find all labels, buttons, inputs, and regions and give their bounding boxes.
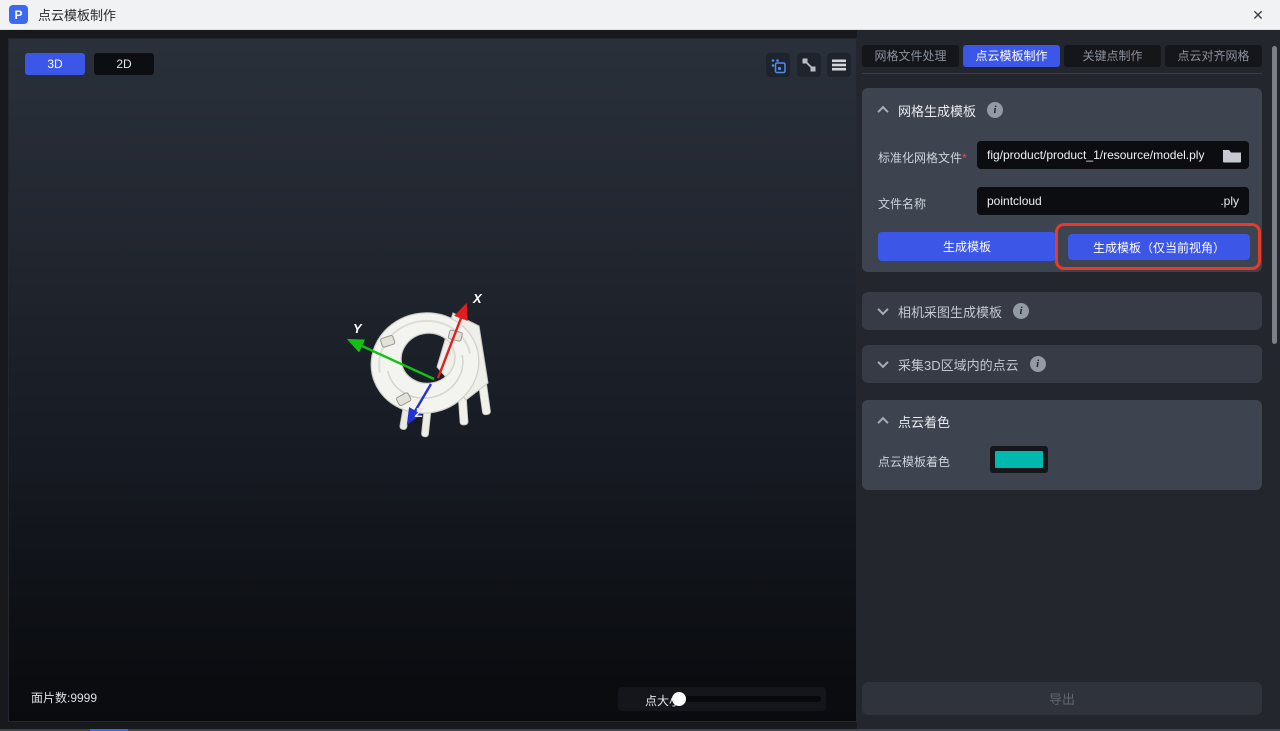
file-path-field: [977, 141, 1249, 169]
close-button[interactable]: ✕: [1246, 4, 1270, 26]
chevron-down-icon: [877, 304, 888, 315]
section-3d-region-collect: 采集3D区域内的点云 i: [862, 345, 1262, 383]
pointcloud-capture-icon[interactable]: [766, 53, 790, 77]
file-field-label: 标准化网格文件*: [878, 149, 967, 166]
right-panel: 网格文件处理 点云模板制作 关键点制作 点云对齐网格 网格生成模板 i 标准化网…: [857, 30, 1280, 729]
section-pointcloud-coloring: 点云着色 点云模板着色: [862, 400, 1262, 490]
chevron-up-icon: [877, 106, 888, 117]
file-path-input[interactable]: [977, 141, 1249, 169]
tab-keypoint[interactable]: 关键点制作: [1064, 45, 1161, 67]
section-mesh-title: 网格生成模板: [898, 101, 976, 120]
file-extension-suffix: .ply: [1220, 194, 1239, 208]
info-icon[interactable]: i: [1030, 356, 1046, 372]
section-camera-title: 相机采图生成模板: [898, 302, 1002, 321]
section-camera-capture: 相机采图生成模板 i: [862, 292, 1262, 330]
tab-divider: [862, 73, 1262, 74]
section-region-title: 采集3D区域内的点云: [898, 355, 1019, 374]
info-icon[interactable]: i: [1013, 303, 1029, 319]
chevron-up-icon: [877, 417, 888, 428]
axis-x-label: X: [472, 291, 483, 306]
chevron-down-icon: [877, 357, 888, 368]
window-title: 点云模板制作: [38, 5, 116, 24]
section-region-header[interactable]: 采集3D区域内的点云 i: [862, 345, 1262, 383]
axis-y-label: Y: [353, 321, 363, 336]
tab-pointcloud-template[interactable]: 点云模板制作: [963, 45, 1060, 67]
color-swatch[interactable]: [990, 446, 1048, 473]
point-size-handle[interactable]: [672, 692, 686, 706]
axis-z-label: Z: [414, 405, 424, 420]
info-icon[interactable]: i: [987, 102, 1003, 118]
section-camera-header[interactable]: 相机采图生成模板 i: [862, 292, 1262, 330]
menu-icon[interactable]: [827, 53, 851, 77]
export-button[interactable]: 导出: [862, 682, 1262, 715]
3d-viewport[interactable]: 3D 2D: [8, 38, 857, 722]
face-count-label: 面片数:9999: [31, 689, 97, 706]
panel-tabs: 网格文件处理 点云模板制作 关键点制作 点云对齐网格: [862, 45, 1262, 67]
app-logo-icon: P: [9, 5, 28, 24]
name-field-label: 文件名称: [878, 195, 926, 212]
folder-browse-icon[interactable]: [1222, 147, 1242, 163]
mode-2d-button[interactable]: 2D: [94, 53, 154, 75]
point-size-track[interactable]: [684, 696, 821, 702]
file-name-field: .ply: [977, 187, 1249, 215]
3d-model: X Y Z: [331, 281, 531, 481]
section-color-header[interactable]: 点云着色: [862, 400, 1262, 442]
tab-pointcloud-align-mesh[interactable]: 点云对齐网格: [1165, 45, 1262, 67]
file-name-input[interactable]: [977, 187, 1249, 215]
generate-template-current-view-button[interactable]: 生成模板（仅当前视角）: [1068, 234, 1250, 260]
tab-mesh-file-processing[interactable]: 网格文件处理: [862, 45, 959, 67]
point-size-slider: 点大小: [618, 687, 826, 711]
mode-3d-button[interactable]: 3D: [25, 53, 85, 75]
generate-template-button[interactable]: 生成模板: [878, 232, 1056, 261]
link-nodes-icon[interactable]: [797, 53, 821, 77]
required-mark: *: [962, 151, 967, 165]
title-bar: P 点云模板制作 ✕: [0, 0, 1280, 30]
section-color-title: 点云着色: [898, 412, 950, 431]
section-mesh-header[interactable]: 网格生成模板 i: [862, 88, 1262, 132]
swatch-label: 点云模板着色: [878, 453, 950, 470]
panel-scrollbar-thumb[interactable]: [1272, 46, 1277, 344]
section-mesh-generate: 网格生成模板 i 标准化网格文件* 文件名称 .ply 生成模板 生成模板（仅当…: [862, 88, 1262, 272]
color-swatch-fill: [995, 451, 1043, 468]
